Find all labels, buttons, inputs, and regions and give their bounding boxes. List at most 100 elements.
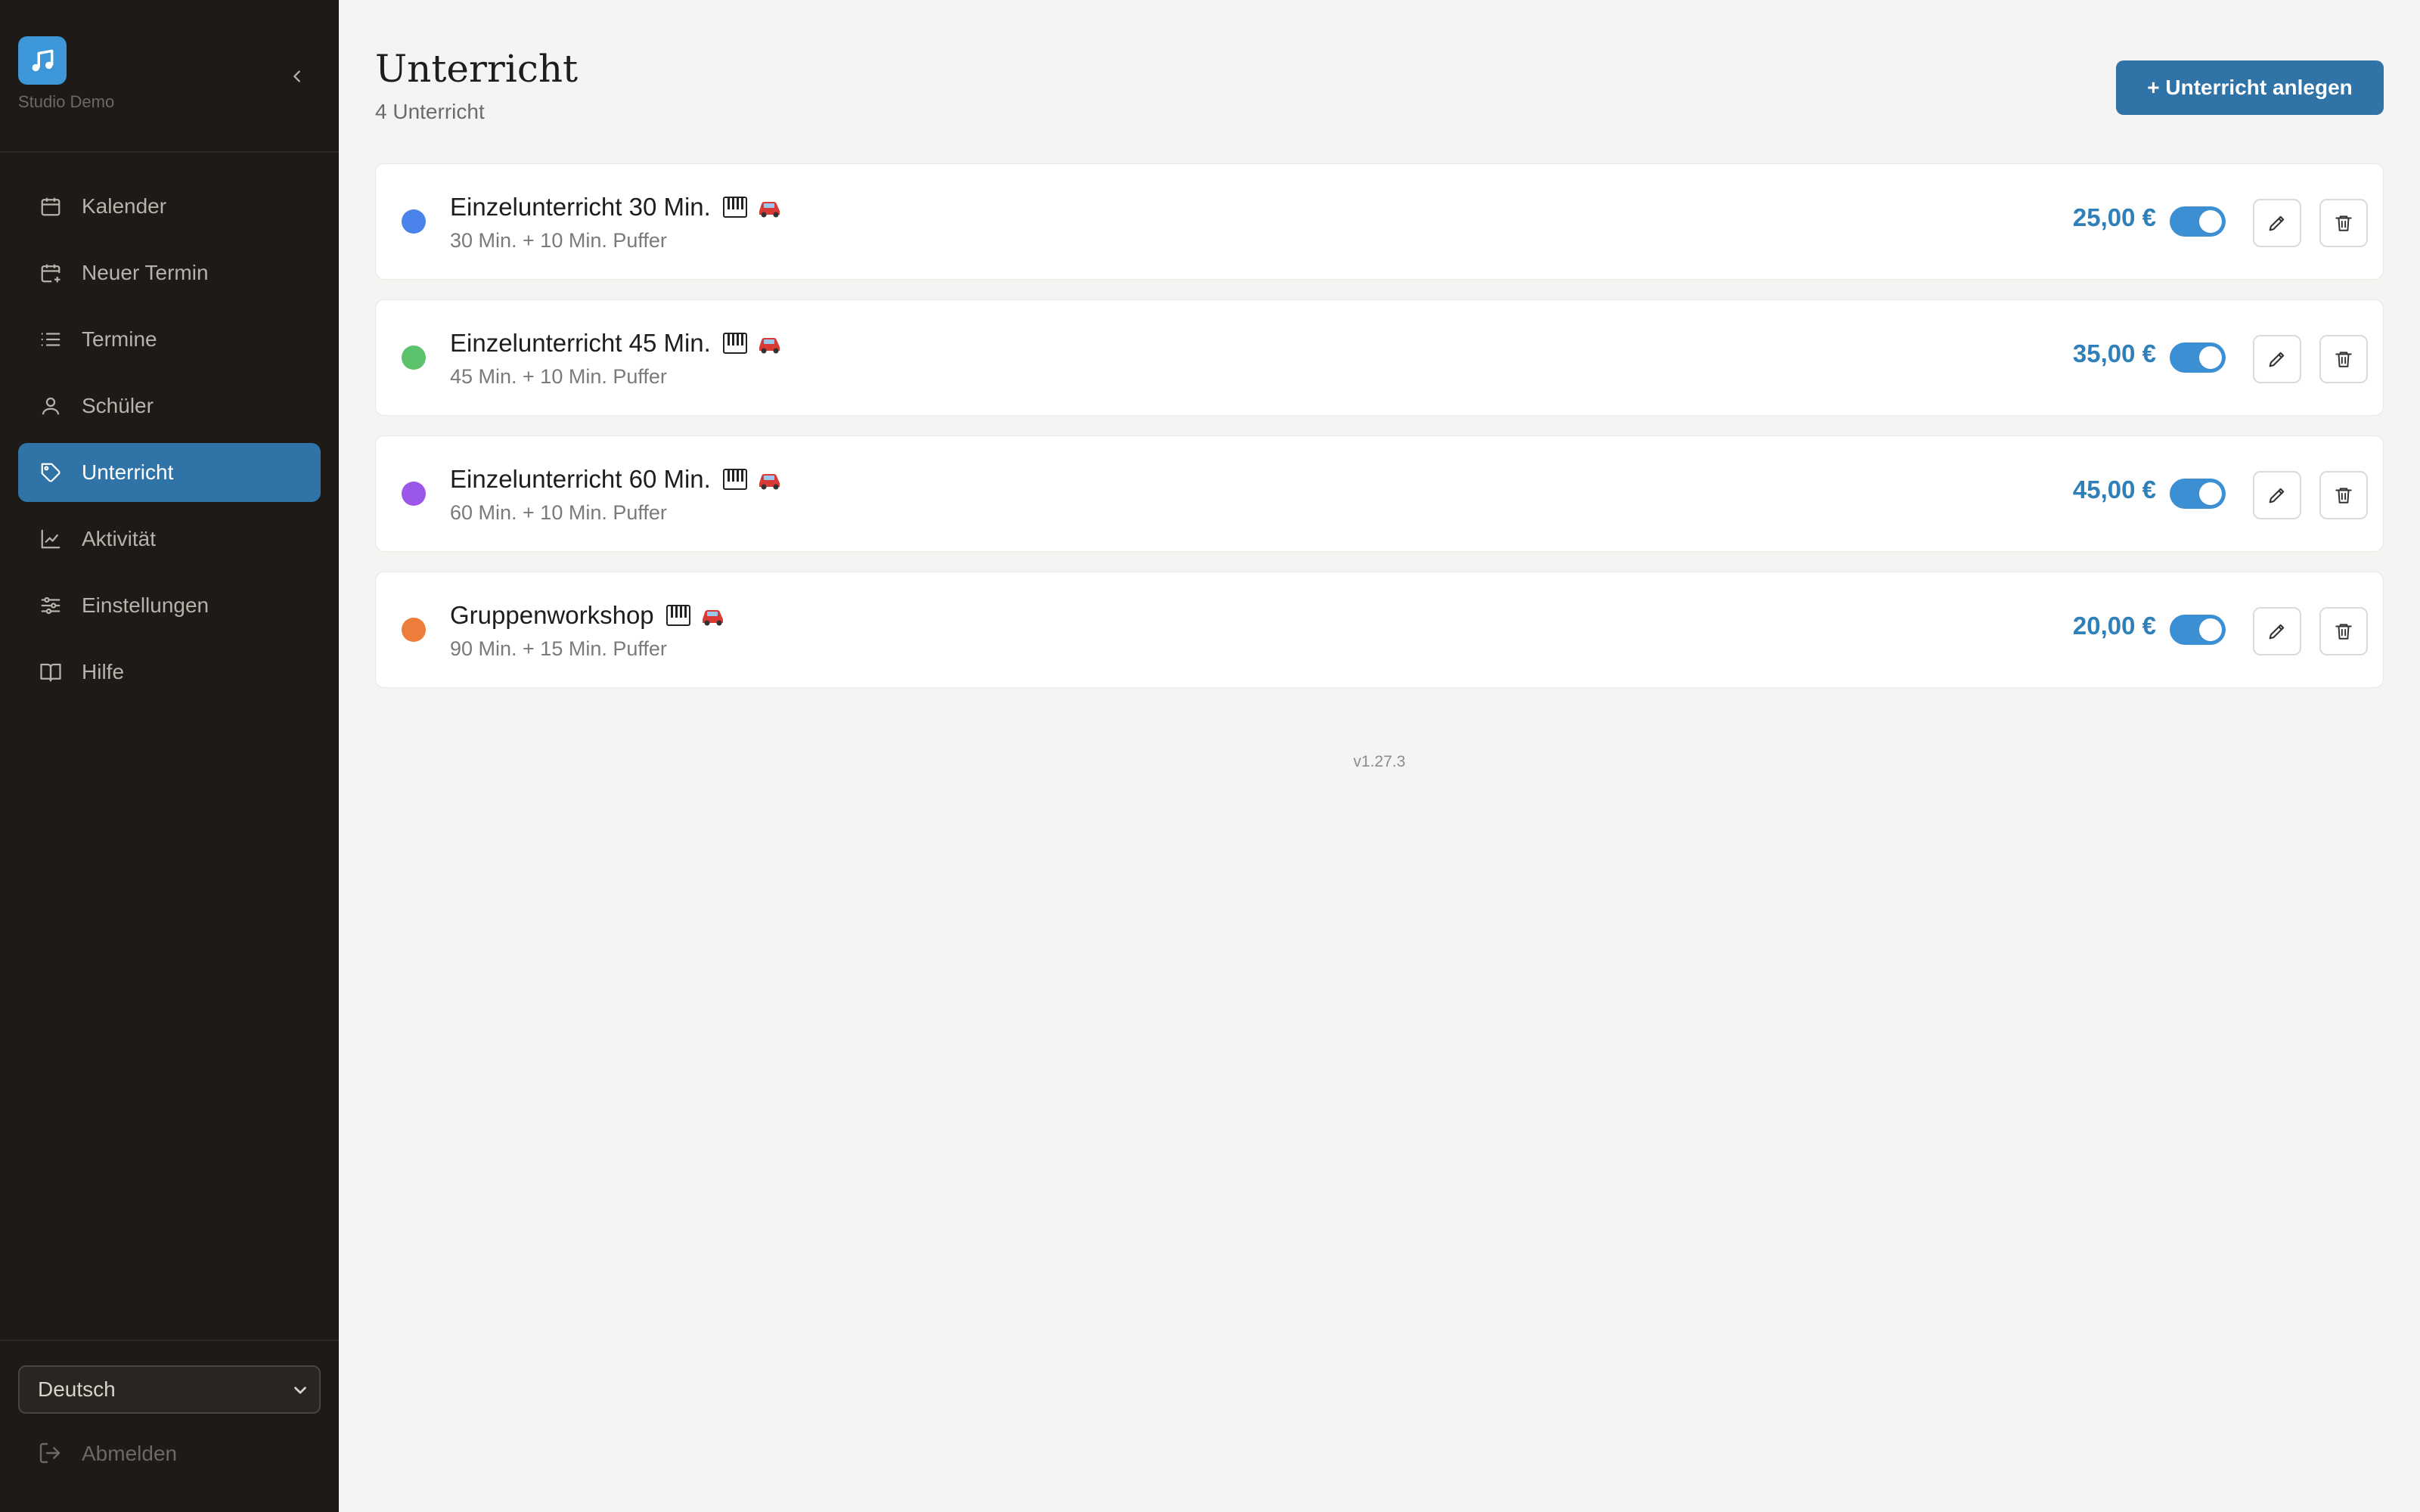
lesson-price: 25,00 € xyxy=(2072,203,2156,231)
sidebar-item-schueler[interactable]: Schüler xyxy=(18,376,321,435)
lesson-card: Einzelunterricht 60 Min. 60 Min. + 10 Mi… xyxy=(375,435,2384,552)
lesson-color-dot xyxy=(402,482,426,506)
lesson-price: 45,00 € xyxy=(2072,476,2156,503)
sidebar-divider xyxy=(0,151,339,153)
collapse-sidebar-button[interactable] xyxy=(283,62,312,91)
lesson-price: 35,00 € xyxy=(2072,339,2156,367)
sliders-icon xyxy=(38,593,64,618)
trash-icon xyxy=(2335,215,2352,231)
edit-button[interactable] xyxy=(2253,471,2301,519)
lesson-active-toggle[interactable] xyxy=(2170,615,2226,645)
lesson-duration: 45 Min. + 10 Min. Puffer xyxy=(450,365,667,388)
lesson-title: Einzelunterricht 45 Min. xyxy=(450,329,783,358)
lesson-card: Gruppenworkshop 90 Min. + 15 Min. Puffer… xyxy=(375,572,2384,688)
sidebar-divider xyxy=(0,1340,339,1341)
logout-label: Abmelden xyxy=(82,1442,178,1465)
toggle-knob xyxy=(2199,482,2222,505)
calendar-icon xyxy=(38,194,64,219)
sidebar-item-neuer-termin[interactable]: Neuer Termin xyxy=(18,243,321,302)
lesson-price: 20,00 € xyxy=(2072,612,2156,640)
sidebar-item-label: Kalender xyxy=(82,194,167,218)
lesson-title-text: Einzelunterricht 60 Min. xyxy=(450,465,711,493)
lesson-list: Einzelunterricht 30 Min. 30 Min. + 10 Mi… xyxy=(375,163,2384,708)
sidebar-item-einstellungen[interactable]: Einstellungen xyxy=(18,576,321,635)
add-lesson-button[interactable]: + Unterricht anlegen xyxy=(2116,60,2384,115)
sidebar-item-hilfe[interactable]: Hilfe xyxy=(18,643,321,702)
delete-button[interactable] xyxy=(2319,607,2368,655)
piano-icon xyxy=(722,197,747,218)
main-content: Unterricht 4 Unterricht + Unterricht anl… xyxy=(339,0,2420,1512)
delete-button[interactable] xyxy=(2319,471,2368,519)
chevron-down-icon xyxy=(294,1387,306,1394)
edit-button[interactable] xyxy=(2253,199,2301,247)
sidebar-item-label: Unterricht xyxy=(82,460,174,484)
sidebar-item-kalender[interactable]: Kalender xyxy=(18,177,321,236)
chevron-left-icon xyxy=(293,70,300,82)
calendar-plus-icon xyxy=(38,260,64,286)
toggle-knob xyxy=(2199,210,2222,233)
lesson-title: Einzelunterricht 30 Min. xyxy=(450,193,783,222)
sidebar-item-unterricht[interactable]: Unterricht xyxy=(18,443,321,502)
lesson-duration: 90 Min. + 15 Min. Puffer xyxy=(450,637,667,660)
lesson-color-dot xyxy=(402,618,426,642)
tag-icon xyxy=(38,460,64,485)
music-note-icon xyxy=(18,36,67,85)
edit-button[interactable] xyxy=(2253,335,2301,383)
sidebar-item-label: Neuer Termin xyxy=(82,261,209,284)
list-icon xyxy=(38,327,64,352)
trash-icon xyxy=(2335,352,2352,367)
car-icon xyxy=(759,337,780,354)
delete-button[interactable] xyxy=(2319,199,2368,247)
sidebar-item-aktivitaet[interactable]: Aktivität xyxy=(18,510,321,569)
lesson-title: Gruppenworkshop xyxy=(450,601,727,630)
lesson-title-text: Einzelunterricht 45 Min. xyxy=(450,329,711,357)
logout-icon xyxy=(38,1441,64,1467)
sidebar-item-termine[interactable]: Termine xyxy=(18,310,321,369)
lesson-active-toggle[interactable] xyxy=(2170,342,2226,373)
trash-icon xyxy=(2335,624,2352,640)
lesson-color-dot xyxy=(402,345,426,370)
studio-name: Studio Demo xyxy=(18,92,115,111)
pencil-icon xyxy=(2269,352,2285,367)
page-subtitle: 4 Unterricht xyxy=(375,100,485,123)
lesson-title-text: Gruppenworkshop xyxy=(450,601,654,629)
brand: Studio Demo xyxy=(18,36,321,119)
book-icon xyxy=(38,659,64,685)
pencil-icon xyxy=(2269,624,2285,640)
chart-line-icon xyxy=(38,526,64,552)
lesson-duration: 60 Min. + 10 Min. Puffer xyxy=(450,501,667,524)
lesson-icons xyxy=(666,604,727,627)
pencil-icon xyxy=(2269,215,2285,231)
lesson-card: Einzelunterricht 45 Min. 45 Min. + 10 Mi… xyxy=(375,299,2384,416)
car-icon xyxy=(759,201,780,218)
lesson-title-text: Einzelunterricht 30 Min. xyxy=(450,193,711,221)
trash-icon xyxy=(2335,488,2352,503)
delete-button[interactable] xyxy=(2319,335,2368,383)
sidebar-item-label: Termine xyxy=(82,327,157,351)
language-select-value: Deutsch xyxy=(38,1377,116,1401)
car-icon xyxy=(702,609,723,626)
language-select[interactable]: Deutsch xyxy=(18,1365,321,1414)
edit-button[interactable] xyxy=(2253,607,2301,655)
toggle-knob xyxy=(2199,346,2222,369)
lesson-active-toggle[interactable] xyxy=(2170,206,2226,237)
piano-icon xyxy=(722,469,747,490)
lesson-icons xyxy=(722,196,783,218)
sidebar-item-label: Hilfe xyxy=(82,660,125,683)
sidebar-item-label: Aktivität xyxy=(82,527,157,550)
sidebar-item-label: Schüler xyxy=(82,394,154,417)
piano-icon xyxy=(666,605,690,626)
logout-button[interactable]: Abmelden xyxy=(38,1441,177,1467)
car-icon xyxy=(759,473,780,490)
pencil-icon xyxy=(2269,488,2285,503)
sidebar: Studio Demo Kalender Neuer Termin Termin… xyxy=(0,0,339,1512)
lesson-color-dot xyxy=(402,209,426,234)
app-version: v1.27.3 xyxy=(1353,753,1406,770)
lesson-duration: 30 Min. + 10 Min. Puffer xyxy=(450,229,667,252)
lesson-card: Einzelunterricht 30 Min. 30 Min. + 10 Mi… xyxy=(375,163,2384,280)
sidebar-item-label: Einstellungen xyxy=(82,593,209,617)
toggle-knob xyxy=(2199,618,2222,641)
lesson-active-toggle[interactable] xyxy=(2170,479,2226,509)
lesson-icons xyxy=(722,468,783,491)
sidebar-nav: Kalender Neuer Termin Termine Schüler Un… xyxy=(18,177,321,709)
